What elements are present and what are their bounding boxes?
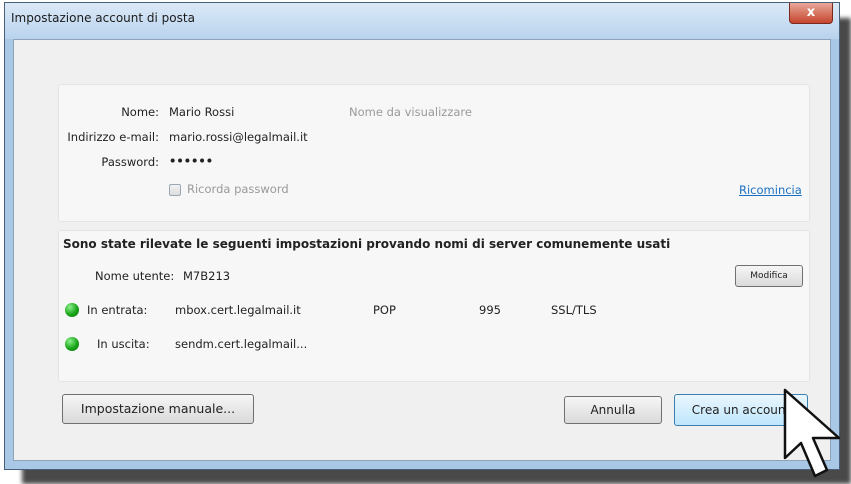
remember-password-checkbox[interactable] xyxy=(169,184,181,196)
outgoing-server[interactable]: sendm.cert.legalmail... xyxy=(175,337,307,351)
close-button[interactable]: x xyxy=(789,3,833,24)
modify-button-label: Modifica xyxy=(750,271,788,281)
incoming-status-icon xyxy=(65,303,79,317)
detection-heading: Sono state rilevate le seguenti impostaz… xyxy=(63,237,671,251)
email-label: Indirizzo e-mail: xyxy=(67,130,159,144)
username-value: M7B213 xyxy=(183,269,231,283)
name-hint: Nome da visualizzare xyxy=(349,105,472,119)
email-field[interactable]: mario.rossi@legalmail.it xyxy=(169,130,308,144)
outgoing-label: In uscita: xyxy=(97,337,150,351)
account-setup-dialog: Impostazione account di posta x Nome: Ma… xyxy=(4,2,840,470)
mouse-pointer-icon xyxy=(783,388,841,478)
incoming-security[interactable]: SSL/TLS xyxy=(551,303,597,317)
modify-button[interactable]: Modifica xyxy=(735,265,803,287)
incoming-label: In entrata: xyxy=(87,303,148,317)
dialog-content: Nome: Mario Rossi Nome da visualizzare I… xyxy=(13,39,831,461)
outgoing-status-icon xyxy=(65,337,79,351)
username-label: Nome utente: xyxy=(95,269,175,283)
manual-setup-button[interactable]: Impostazione manuale... xyxy=(62,394,254,424)
incoming-protocol[interactable]: POP xyxy=(373,303,396,317)
name-label: Nome: xyxy=(121,105,159,119)
remember-password-label[interactable]: Ricorda password xyxy=(187,182,289,196)
name-field[interactable]: Mario Rossi xyxy=(169,105,234,119)
detected-settings-panel: Sono state rilevate le seguenti impostaz… xyxy=(58,230,810,382)
account-info-panel: Nome: Mario Rossi Nome da visualizzare I… xyxy=(58,84,810,222)
password-field[interactable]: •••••• xyxy=(169,154,213,168)
cancel-label: Annulla xyxy=(590,403,636,417)
manual-setup-label: Impostazione manuale... xyxy=(80,401,236,416)
create-account-label: Crea un account xyxy=(691,403,791,417)
password-label: Password: xyxy=(101,155,159,169)
incoming-server[interactable]: mbox.cert.legalmail.it xyxy=(175,303,301,317)
incoming-port[interactable]: 995 xyxy=(479,303,501,317)
close-icon: x xyxy=(806,5,816,20)
window-title: Impostazione account di posta xyxy=(11,11,195,25)
title-bar[interactable]: Impostazione account di posta x xyxy=(5,3,839,39)
cancel-button[interactable]: Annulla xyxy=(564,396,662,424)
restart-link[interactable]: Ricomincia xyxy=(739,183,802,197)
